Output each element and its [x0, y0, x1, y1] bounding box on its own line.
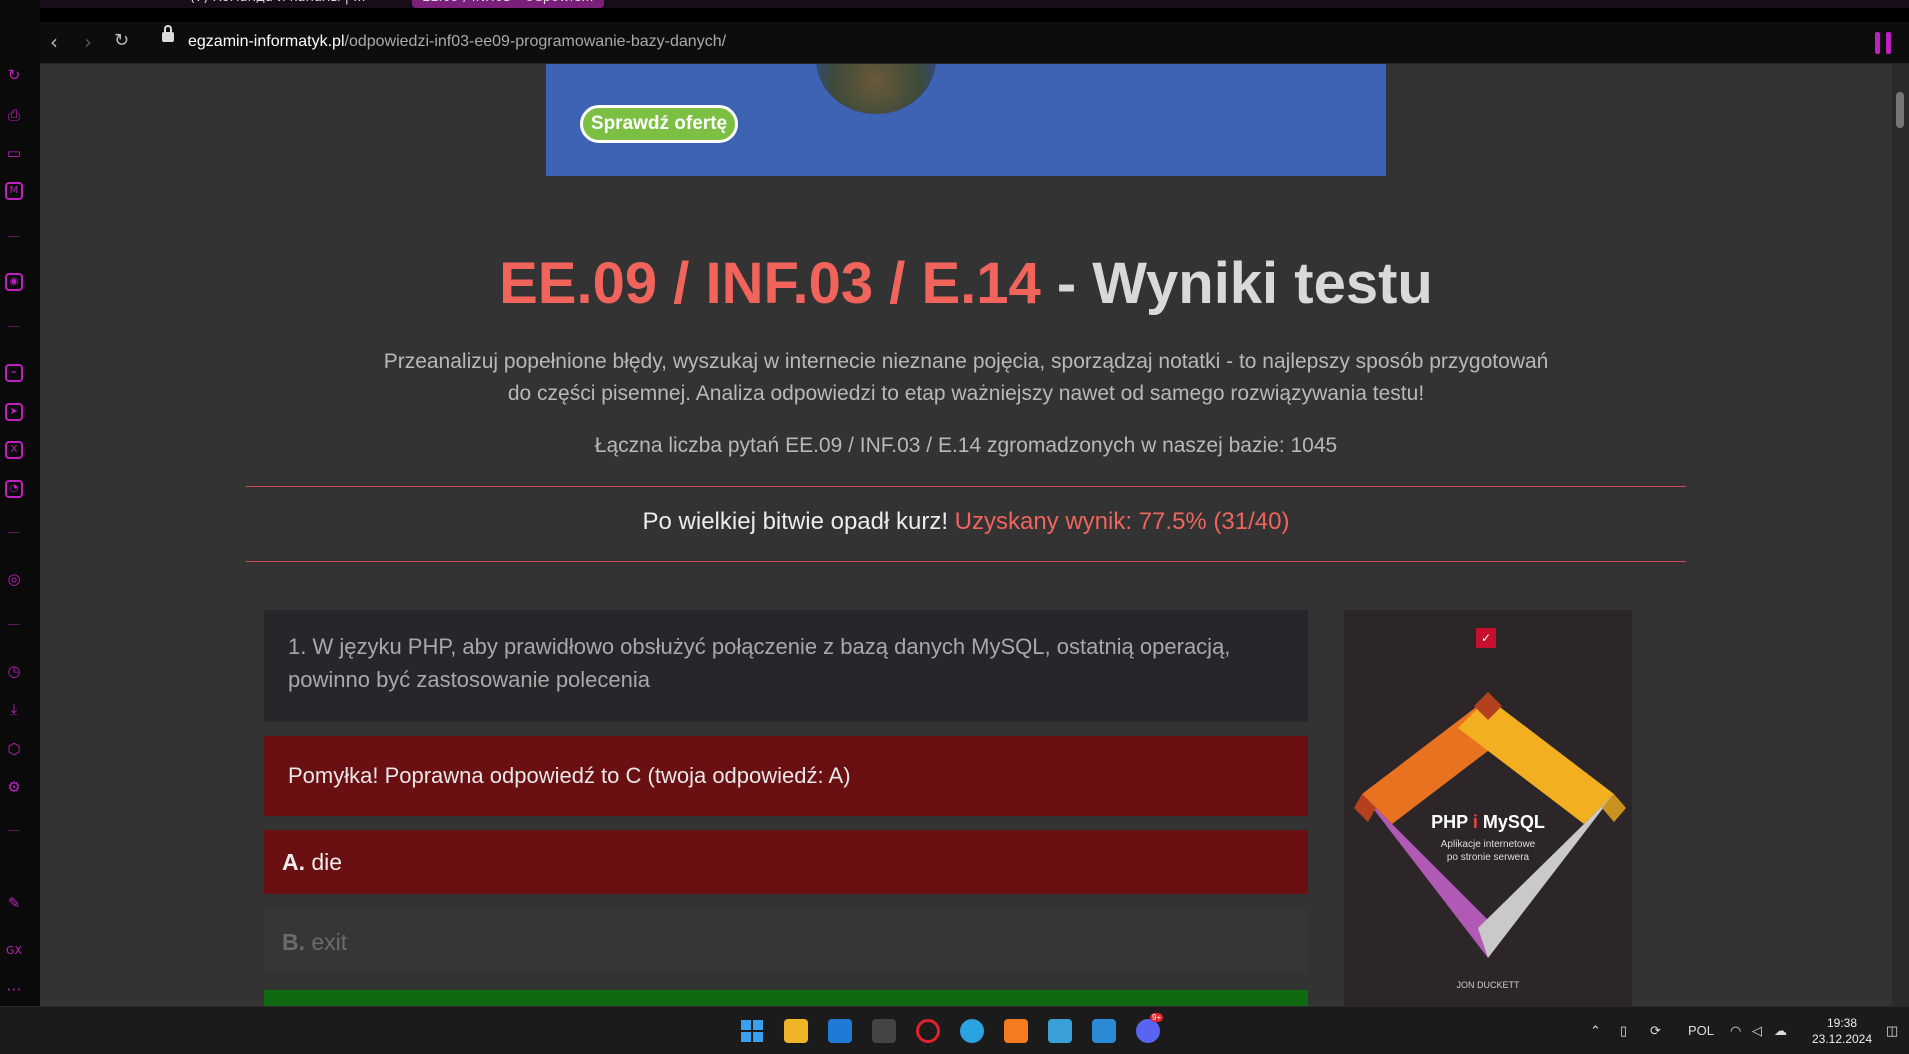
browser-sidebar: ↻ ⎙ ▭ M ◉ ⌁ ➤ X ◔ ◎ ◷ ⤓ ⬡ ⚙ ✎ GX ⋯ — [0, 0, 40, 1006]
clock-date: 23.12.2024 — [1811, 1032, 1873, 1046]
page-title-rest: - Wyniki testu — [1040, 251, 1433, 316]
answer-text: exit — [311, 929, 348, 955]
discord-icon[interactable]: ◔ — [5, 480, 23, 498]
pen-icon[interactable]: ✎ — [5, 894, 23, 912]
book-subtitle: Aplikacje internetowe po stronie serwera — [1344, 838, 1632, 864]
download-icon[interactable]: ⤓ — [5, 700, 23, 718]
record-icon[interactable]: ◉ — [5, 273, 23, 291]
url-path: /odpowiedzi-inf03-ee09-programowanie-baz… — [344, 33, 727, 50]
taskbar: 9+ ⌃ ▯ ⟳ POL ◠ ◁ ☁ 19:38 23.12.2024 ◫ — [0, 1006, 1909, 1054]
circle-play-icon[interactable]: ◎ — [5, 570, 23, 588]
messenger-icon[interactable]: ⌁ — [5, 364, 23, 382]
volume-icon[interactable]: ◁ — [1752, 1023, 1762, 1039]
book-title-b: MySQL — [1477, 812, 1545, 832]
page-title-exam: EE.09 / INF.03 / E.14 — [499, 251, 1041, 316]
score-line: Po wielkiej bitwie opadł kurz! Uzyskany … — [40, 508, 1892, 536]
sync-icon[interactable]: ⟳ — [1650, 1023, 1661, 1039]
windows-start-icon[interactable] — [740, 1019, 764, 1043]
sidebar-separator — [8, 326, 20, 327]
url-field[interactable]: egzamin-informatyk.pl/odpowiedzi-inf03-e… — [188, 33, 726, 51]
url-host: egzamin-informatyk.pl — [188, 33, 345, 50]
paint-icon[interactable] — [1092, 1019, 1116, 1043]
intro-text: Przeanalizuj popełnione błędy, wyszukaj … — [383, 350, 1549, 405]
book-author: JON DUCKETT — [1456, 980, 1520, 990]
printer-icon[interactable]: ⎙ — [5, 106, 23, 124]
question-count: Łączna liczba pytań EE.09 / INF.03 / E.1… — [594, 434, 1338, 457]
score-value: Uzyskany wynik: 77.5% (31/40) — [954, 508, 1290, 535]
ad-image — [816, 64, 936, 114]
box-icon[interactable]: ⬡ — [5, 740, 23, 758]
book-cover-diamond — [1354, 692, 1626, 958]
display-icon[interactable]: ▭ — [5, 144, 23, 162]
cloud-icon[interactable]: ☁ — [1774, 1023, 1787, 1039]
battery-icon: ▯ — [1620, 1023, 1628, 1038]
tray-overflow-icon[interactable]: ⌃ — [1590, 1023, 1601, 1039]
book-title: PHP i MySQL — [1344, 812, 1632, 833]
forward-icon[interactable]: › — [84, 30, 92, 54]
back-icon[interactable]: ‹ — [50, 30, 58, 54]
scrollbar-thumb[interactable] — [1896, 92, 1904, 128]
tab-strip: (7) Команда и каналы | ... EE.09 / INF.0… — [0, 0, 1909, 8]
divider — [246, 486, 1686, 487]
pause-icon[interactable] — [1873, 32, 1893, 54]
book-subtitle-line1: Aplikacje internetowe — [1440, 839, 1536, 850]
vscode-icon[interactable] — [828, 1019, 852, 1043]
tab-inactive[interactable]: (7) Команда и каналы | ... — [190, 0, 366, 8]
discord-badge: 9+ — [1150, 1013, 1164, 1022]
answer-option-a: A. die — [264, 830, 1308, 894]
answer-option-c — [264, 990, 1308, 1006]
memory-icon[interactable]: M — [5, 182, 23, 200]
refresh-icon[interactable]: ↻ — [5, 66, 23, 84]
book-ad[interactable]: ✓ PHP i MySQL Aplikacje internetowe po st… — [1344, 610, 1632, 1006]
gx-icon[interactable]: GX — [5, 942, 23, 960]
telegram-icon[interactable] — [960, 1019, 984, 1043]
answer-option-b: B. exit — [264, 910, 1308, 974]
address-bar: ‹ › ↻ egzamin-informatyk.pl/odpowiedzi-i… — [40, 22, 1909, 64]
diamond-yellow-edge — [1458, 698, 1614, 824]
page-scrollbar[interactable] — [1892, 64, 1909, 1006]
page-viewport: Sprawdź ofertę EE.09 / INF.03 / E.14 - W… — [40, 64, 1892, 1006]
answer-text: die — [311, 849, 343, 875]
clock-time: 19:38 — [1826, 1016, 1858, 1030]
more-icon[interactable]: ⋯ — [5, 980, 23, 998]
x-icon[interactable]: X — [5, 441, 23, 459]
book-title-a: PHP — [1431, 812, 1473, 832]
lock-icon — [162, 25, 174, 42]
clock-icon[interactable]: ◷ — [5, 662, 23, 680]
answer-letter: A. — [282, 849, 305, 875]
notifications-icon[interactable]: ◫ — [1886, 1023, 1898, 1039]
settings-icon[interactable]: ⚙ — [5, 778, 23, 796]
book-subtitle-line2: po stronie serwera — [1446, 852, 1530, 863]
ad-banner[interactable]: Sprawdź ofertę — [546, 64, 1386, 176]
divider — [246, 561, 1686, 562]
sidebar-separator — [8, 624, 20, 625]
page-title: EE.09 / INF.03 / E.14 - Wyniki testu — [40, 250, 1892, 317]
language-indicator[interactable]: POL — [1688, 1023, 1714, 1038]
file-explorer-icon[interactable] — [784, 1019, 808, 1043]
telegram-icon[interactable]: ➤ — [5, 403, 23, 421]
tab-active[interactable]: EE.09 / INF.03 - Odpowie... — [412, 0, 604, 8]
ad-offer-button[interactable]: Sprawdź ofertę — [580, 105, 738, 143]
opera-gx-icon[interactable] — [916, 1019, 940, 1043]
reload-icon[interactable]: ↻ — [114, 30, 129, 51]
sidebar-separator — [8, 236, 20, 237]
sidebar-separator — [8, 830, 20, 831]
discord-icon[interactable]: 9+ — [1136, 1013, 1164, 1043]
xampp-icon[interactable] — [1004, 1019, 1028, 1043]
question-text: 1. W języku PHP, aby prawidłowo obsłużyć… — [264, 610, 1308, 722]
system-clock[interactable]: 19:38 23.12.2024 — [1806, 1015, 1878, 1047]
score-prefix: Po wielkiej bitwie opadł kurz! — [642, 508, 955, 535]
sidebar-separator — [8, 532, 20, 533]
wifi-icon[interactable]: ◠ — [1730, 1023, 1741, 1039]
app-icon[interactable] — [872, 1019, 896, 1043]
answer-letter: B. — [282, 929, 305, 955]
notepad-icon[interactable] — [1048, 1019, 1072, 1043]
answer-verdict: Pomyłka! Poprawna odpowiedź to C (twoja … — [264, 736, 1308, 816]
